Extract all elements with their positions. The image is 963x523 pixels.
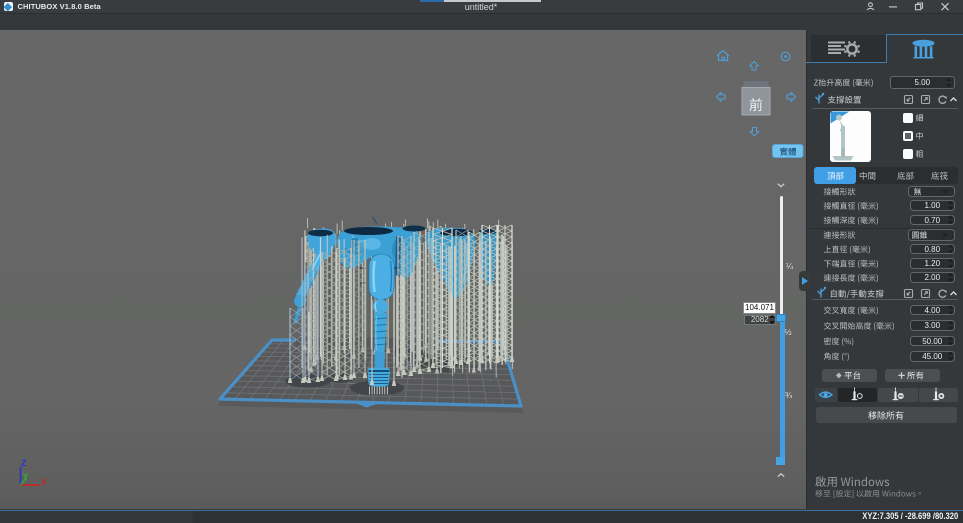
svg-text:Z: Z [21, 458, 27, 468]
svg-text:X: X [41, 478, 47, 487]
svg-text:Y: Y [23, 472, 29, 482]
